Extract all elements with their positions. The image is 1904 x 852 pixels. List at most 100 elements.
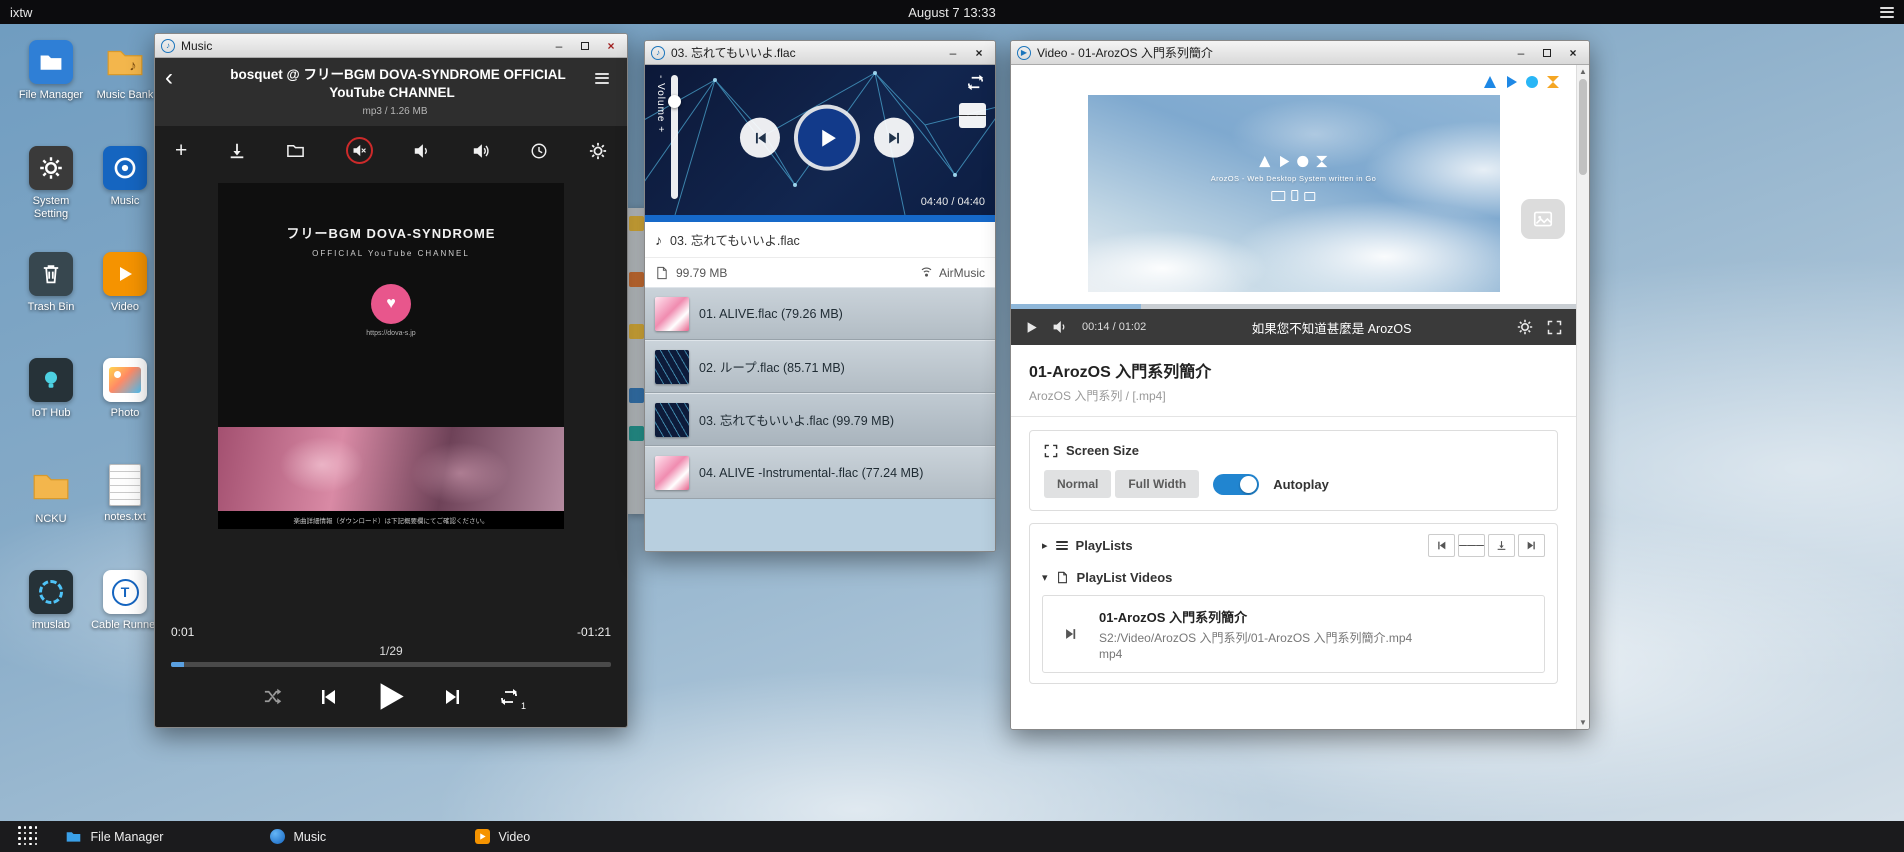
scrollbar-thumb[interactable]	[1579, 79, 1587, 175]
text-file-icon	[109, 464, 141, 506]
open-folder-icon[interactable]	[286, 141, 305, 160]
file-icon	[1056, 571, 1069, 584]
fullscreen-icon[interactable]	[1547, 320, 1562, 335]
music-window-title: Music	[181, 39, 543, 53]
volume-mute-icon[interactable]	[346, 137, 373, 164]
back-button[interactable]: ‹	[165, 66, 195, 90]
volume-knob[interactable]	[668, 95, 681, 108]
full-width-button[interactable]: Full Width	[1115, 470, 1199, 498]
video-window-title: Video - 01-ArozOS 入門系列簡介	[1037, 44, 1505, 61]
add-icon[interactable]: +	[175, 140, 187, 161]
maximize-button[interactable]	[1537, 44, 1557, 61]
maximize-button[interactable]	[575, 37, 595, 54]
playlist-video-item[interactable]: 01-ArozOS 入門系列簡介 S2:/Video/ArozOS 入門系列/0…	[1042, 595, 1545, 673]
autoplay-toggle[interactable]	[1213, 474, 1259, 495]
playlist-row[interactable]: 02. ループ.flac (85.71 MB)	[645, 340, 995, 393]
album-art	[655, 350, 689, 384]
previous-track-icon[interactable]	[318, 687, 338, 707]
normal-size-button[interactable]: Normal	[1044, 470, 1111, 498]
clock-icon[interactable]	[530, 142, 548, 160]
playlist-row[interactable]: 04. ALIVE -Instrumental-.flac (77.24 MB)	[645, 446, 995, 499]
volume-high-icon[interactable]	[472, 142, 490, 160]
video-thumbnail[interactable]: フリーBGM DOVA-SYNDROME OFFICIAL YouTube CH…	[218, 183, 564, 529]
playlist-list-button[interactable]	[1458, 534, 1485, 557]
video-window-titlebar[interactable]: ▶ Video - 01-ArozOS 入門系列簡介 – ×	[1011, 41, 1589, 65]
minimize-button[interactable]: –	[549, 37, 569, 54]
minimize-button[interactable]: –	[943, 44, 963, 61]
desktop-icon-ncku[interactable]: NCKU	[15, 464, 87, 570]
taskbar-item-file-manager[interactable]: File Manager	[65, 828, 270, 845]
repeat-icon[interactable]: 1	[499, 687, 519, 707]
shuffle-icon[interactable]	[263, 687, 282, 706]
volume-label: - Volume +	[655, 75, 666, 199]
download-button[interactable]	[1488, 534, 1515, 557]
desktop-icon-imuslab[interactable]: imuslab	[15, 570, 87, 676]
minimize-button[interactable]: –	[1511, 44, 1531, 61]
flac-window-icon: ♪	[651, 46, 665, 60]
volume-low-icon[interactable]	[413, 142, 431, 160]
player-settings-icon[interactable]	[1517, 319, 1533, 335]
desktop-icon-video[interactable]: Video	[89, 252, 161, 358]
header-menu-icon[interactable]	[595, 66, 617, 86]
screen-size-heading: Screen Size	[1066, 443, 1139, 458]
video-screen[interactable]: ArozOS - Web Desktop System written in G…	[1088, 95, 1500, 292]
thumbnail-photo	[218, 427, 564, 511]
play-button[interactable]	[374, 680, 407, 713]
volume-slider[interactable]: - Volume +	[655, 75, 678, 199]
desktop-icon-trash-bin[interactable]: Trash Bin	[15, 252, 87, 358]
download-icon[interactable]	[228, 142, 246, 160]
desktop-icon-cable-runner[interactable]: T Cable Runner	[89, 570, 161, 676]
trash-icon	[29, 252, 73, 296]
photo-icon	[103, 358, 147, 402]
desktop-icon-system-setting[interactable]: System Setting	[15, 146, 87, 252]
desktop-icon-music-bank[interactable]: ♪ Music Bank	[89, 40, 161, 146]
elapsed-time: 0:01	[171, 625, 194, 639]
flac-seek-bar[interactable]	[645, 215, 995, 222]
top-menu-icon[interactable]	[1880, 4, 1894, 20]
music-window-titlebar[interactable]: ♪ Music – ×	[155, 34, 627, 58]
scrollbar[interactable]: ▲ ▼	[1576, 65, 1589, 729]
apps-menu-icon[interactable]	[18, 826, 39, 847]
folder-icon	[65, 828, 82, 845]
desktop-icon-photo[interactable]: Photo	[89, 358, 161, 464]
settings-gear-icon[interactable]	[589, 142, 607, 160]
desktop-icon-music[interactable]: Music	[89, 146, 161, 252]
track-title: bosquet @ フリーBGM DOVA-SYNDROME OFFICIAL …	[224, 67, 565, 100]
playlist-row[interactable]: 01. ALIVE.flac (79.26 MB)	[645, 287, 995, 340]
close-button[interactable]: ×	[1563, 44, 1583, 61]
close-button[interactable]: ×	[969, 44, 989, 61]
loop-icon[interactable]	[966, 73, 985, 92]
desktop-icon-grid: File Manager ♪ Music Bank System Setting…	[14, 40, 162, 676]
close-button[interactable]: ×	[601, 37, 621, 54]
taskbar-item-music[interactable]: Music	[270, 829, 475, 844]
scroll-down-icon[interactable]: ▼	[1577, 718, 1589, 727]
playlist-menu-button[interactable]	[959, 103, 986, 128]
arozos-logo	[1011, 65, 1576, 93]
previous-track-button[interactable]	[740, 118, 780, 158]
logo-circle-icon	[1525, 75, 1539, 89]
play-button[interactable]	[1025, 321, 1038, 334]
scroll-up-icon[interactable]: ▲	[1577, 67, 1589, 76]
picture-in-picture-button[interactable]	[1521, 199, 1565, 239]
next-track-icon[interactable]	[443, 687, 463, 707]
video-window-icon: ▶	[1017, 46, 1031, 60]
chevron-down-icon[interactable]: ▾	[1042, 571, 1048, 584]
file-manager-icon	[29, 40, 73, 84]
flac-time: 04:40 / 04:40	[921, 196, 985, 208]
arozos-logo-white	[1211, 155, 1376, 168]
skip-first-button[interactable]	[1428, 534, 1455, 557]
brand-caption: ArozOS - Web Desktop System written in G…	[1211, 174, 1376, 183]
music-toolbar: +	[155, 126, 627, 173]
flac-window-titlebar[interactable]: ♪ 03. 忘れてもいいよ.flac – ×	[645, 41, 995, 65]
desktop-icon-notes-txt[interactable]: notes.txt	[89, 464, 161, 570]
desktop-icon-file-manager[interactable]: File Manager	[15, 40, 87, 146]
desktop-icon-iot-hub[interactable]: IoT Hub	[15, 358, 87, 464]
skip-last-button[interactable]	[1518, 534, 1545, 557]
volume-icon[interactable]	[1052, 319, 1068, 335]
next-track-button[interactable]	[874, 118, 914, 158]
skip-to-icon	[1043, 596, 1099, 672]
taskbar-item-video[interactable]: Video	[475, 829, 680, 844]
playlist-row-current[interactable]: 03. 忘れてもいいよ.flac (99.79 MB)	[645, 393, 995, 446]
play-button[interactable]	[798, 109, 856, 167]
chevron-right-icon[interactable]: ▸	[1042, 539, 1048, 552]
